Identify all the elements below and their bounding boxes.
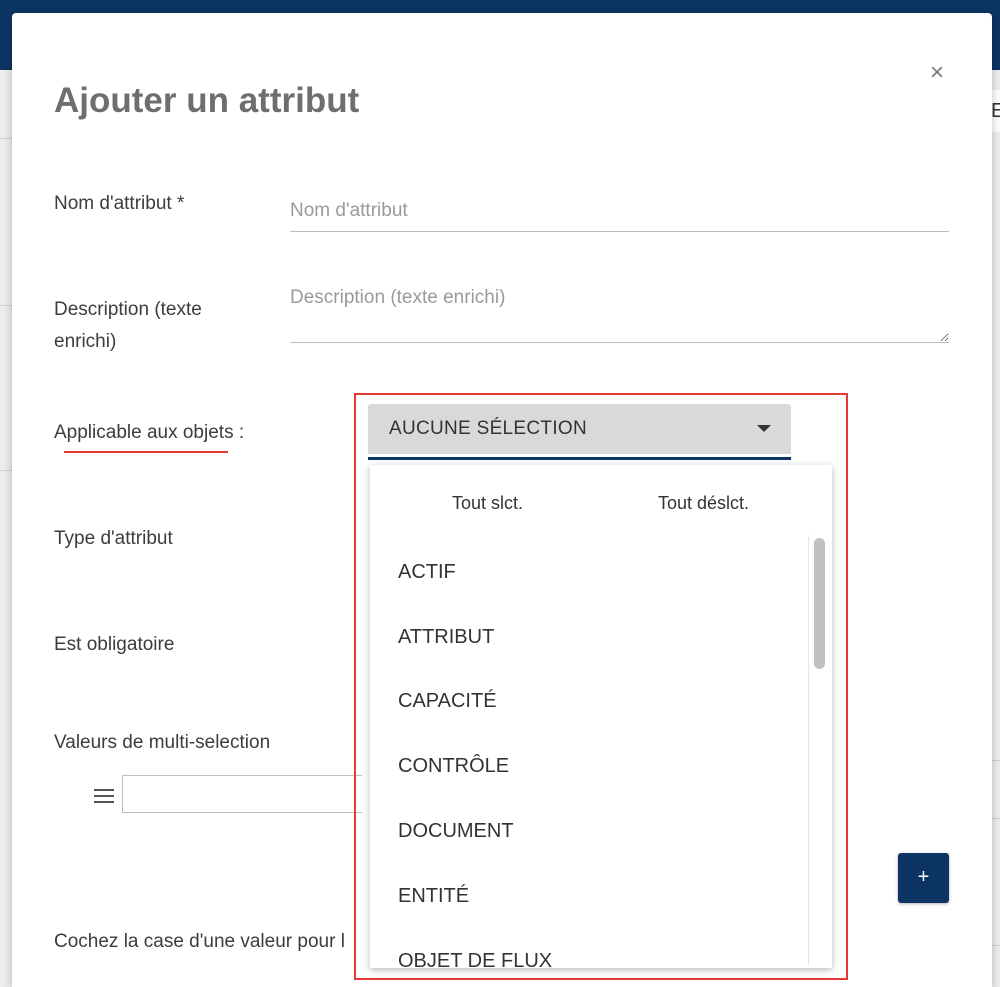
dropdown-scroll-track (808, 535, 809, 965)
modal-title: Ajouter un attribut (54, 81, 360, 120)
dropdown-item[interactable]: CAPACITÉ (398, 690, 497, 713)
background-divider (0, 470, 12, 471)
chevron-down-icon (757, 425, 771, 432)
background-divider (0, 138, 12, 139)
applicable-objects-dropdown: Tout slct. Tout déslct. ACTIF ATTRIBUT C… (370, 465, 832, 968)
select-focus-underline (368, 457, 791, 460)
applicable-label-underline (64, 451, 228, 453)
applicable-objects-label: Applicable aux objets : (54, 422, 245, 443)
check-hint-text: Cochez la case d'une valeur pour l (54, 931, 345, 952)
multi-select-values-label: Valeurs de multi-selection (54, 732, 271, 753)
description-label-line2: enrichi) (54, 331, 117, 352)
applicable-objects-select[interactable]: AUCUNE SÉLECTION (368, 404, 791, 454)
deselect-all-button[interactable]: Tout déslct. (658, 493, 749, 514)
description-label: Description (texte enrichi) (54, 294, 202, 358)
background-divider (0, 305, 12, 306)
drag-handle-icon[interactable] (94, 789, 114, 803)
close-icon[interactable]: × (930, 61, 944, 85)
dropdown-item[interactable]: ATTRIBUT (398, 626, 494, 649)
dropdown-item[interactable]: ACTIF (398, 561, 456, 584)
description-label-line1: Description (texte (54, 299, 202, 320)
background-tab-label: E (991, 100, 1000, 122)
multi-select-value-input[interactable] (122, 775, 362, 813)
dropdown-item[interactable]: OBJET DE FLUX (398, 950, 552, 968)
add-value-button[interactable]: + (898, 853, 949, 903)
dropdown-item[interactable]: CONTRÔLE (398, 755, 509, 778)
required-label: Est obligatoire (54, 634, 175, 655)
select-value: AUCUNE SÉLECTION (389, 418, 588, 439)
attribute-name-input[interactable] (290, 191, 949, 232)
dropdown-item[interactable]: DOCUMENT (398, 820, 514, 843)
add-attribute-modal: × Ajouter un attribut Nom d'attribut * D… (12, 13, 992, 987)
select-all-button[interactable]: Tout slct. (452, 493, 523, 514)
attribute-type-label: Type d'attribut (54, 528, 173, 549)
dropdown-scrollbar[interactable] (814, 538, 825, 669)
attribute-name-label: Nom d'attribut * (54, 193, 185, 214)
dropdown-item[interactable]: ENTITÉ (398, 885, 469, 908)
description-textarea[interactable] (290, 287, 949, 343)
